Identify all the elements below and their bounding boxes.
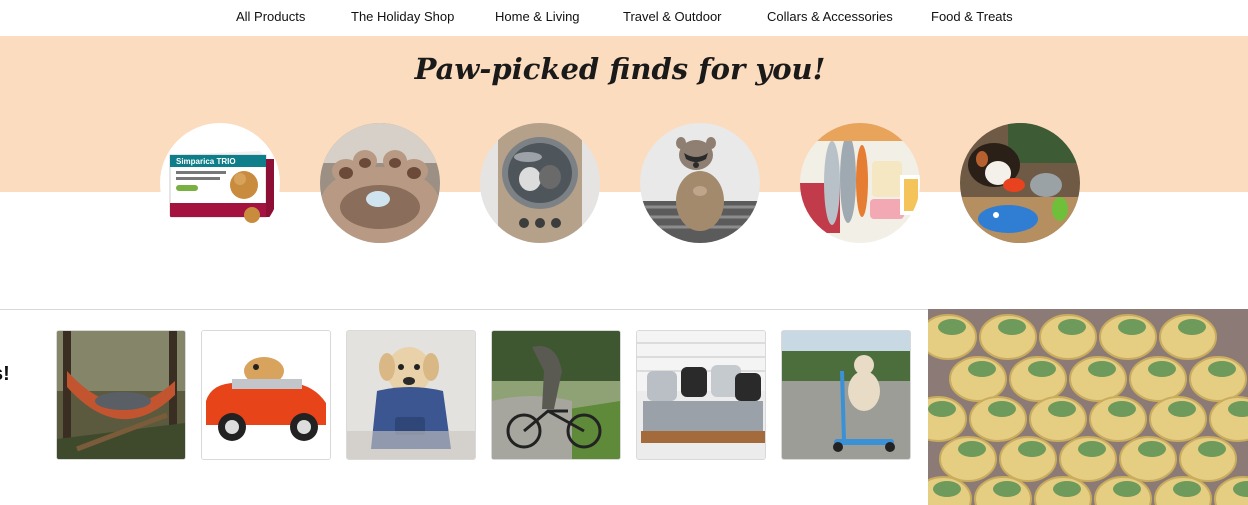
pumpkin-treat [1149, 396, 1207, 442]
product-card-hammock[interactable] [56, 330, 186, 460]
section-divider [0, 309, 928, 310]
top-nav: All Products The Holiday Shop Home & Liv… [0, 0, 1248, 36]
pumpkin-treat [949, 356, 1007, 402]
pumpkin-treat [1129, 356, 1187, 402]
product-card-bicycle-sculpture[interactable] [491, 330, 621, 460]
raccoon-costume-image [640, 123, 760, 243]
category-costumes[interactable] [640, 123, 760, 243]
category-beds[interactable] [320, 123, 440, 243]
category-toys[interactable] [960, 123, 1080, 243]
dog-with-toys-image [960, 123, 1080, 243]
pumpkin-treat [1159, 314, 1217, 360]
pumpkin-treat [1029, 396, 1087, 442]
pumpkin-treats-image [928, 309, 1248, 505]
pumpkin-treat [979, 314, 1037, 360]
pumpkin-treat [1069, 356, 1127, 402]
nav-home-living[interactable]: Home & Living [495, 9, 580, 24]
nav-holiday-shop[interactable]: The Holiday Shop [351, 9, 454, 24]
pumpkin-treat [1189, 356, 1247, 402]
category-medicine[interactable]: Simparica TRIO [160, 123, 280, 243]
pumpkin-treat [1179, 436, 1237, 482]
nav-collars-accessories[interactable]: Collars & Accessories [767, 9, 893, 24]
medicine-brand-text: Simparica TRIO [176, 157, 236, 166]
cat-backpack-carrier-image [480, 123, 600, 243]
dog-hoodie-image [347, 331, 475, 459]
pallet-pet-bed-image [637, 331, 765, 459]
pumpkin-treat [1059, 436, 1117, 482]
hero-title: Paw-picked finds for you! [414, 52, 826, 86]
feature-image[interactable] [928, 309, 1248, 505]
pumpkin-treat [939, 436, 997, 482]
medicine-box-image: Simparica TRIO [160, 123, 280, 243]
nav-travel-outdoor[interactable]: Travel & Outdoor [623, 9, 722, 24]
dog-on-scooter-image [782, 331, 910, 459]
fish-and-meat-food-image [800, 123, 920, 243]
product-card-scooter-dog[interactable] [781, 330, 911, 460]
pumpkin-treat [1039, 314, 1097, 360]
nav-all-products[interactable]: All Products [236, 9, 305, 24]
pumpkin-treat [928, 314, 977, 360]
plush-paw-bed-image [320, 123, 440, 243]
bicycle-sculpture-image [492, 331, 620, 459]
pumpkin-treat [1089, 396, 1147, 442]
pumpkin-treat [1009, 356, 1067, 402]
product-card-hoodie[interactable] [346, 330, 476, 460]
product-card-pallet-bed[interactable] [636, 330, 766, 460]
nav-food-treats[interactable]: Food & Treats [931, 9, 1013, 24]
hammock-image [57, 331, 185, 459]
pumpkin-treat [969, 396, 1027, 442]
product-card-toy-car[interactable] [201, 330, 331, 460]
pumpkin-treat [999, 436, 1057, 482]
section-heading: s! [0, 363, 10, 385]
category-carriers[interactable] [480, 123, 600, 243]
toy-car-hamster-image [202, 331, 330, 459]
category-food[interactable] [800, 123, 920, 243]
pumpkin-treat [1099, 314, 1157, 360]
pumpkin-treat [1119, 436, 1177, 482]
